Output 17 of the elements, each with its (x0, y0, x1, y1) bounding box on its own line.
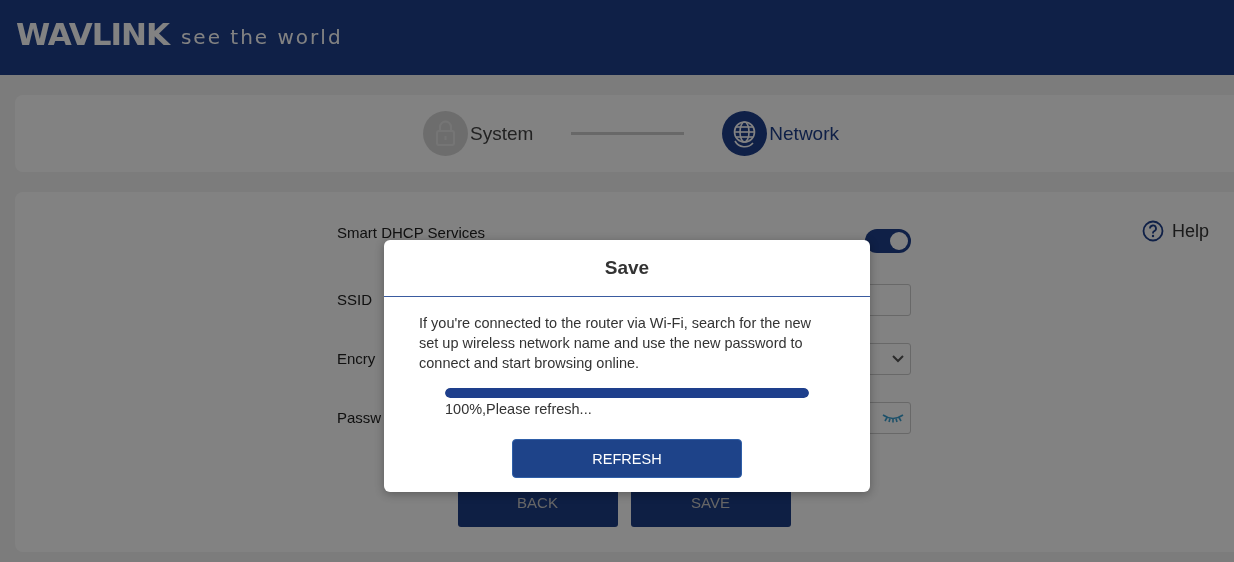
chevron-down-icon (892, 354, 904, 363)
tagline: see the world (180, 24, 343, 49)
help-link[interactable]: Help (1171, 220, 1209, 242)
dialog-message: If you're connected to the router via Wi-Fi, search for the new set up wireless network name and use the new password to connect and start browsing online. (419, 314, 813, 373)
field-label: SSID (337, 291, 372, 308)
field-label: Encry (337, 350, 376, 367)
field-label: Passw (337, 409, 382, 426)
toggle-switch[interactable] (865, 228, 911, 253)
step-tab[interactable]: Network (722, 111, 839, 156)
progress-text: 100%,Please refresh... (445, 400, 592, 419)
step-tab[interactable]: System (422, 111, 534, 156)
field-label: Smart DHCP Services (337, 224, 486, 241)
globe-icon (722, 111, 768, 156)
dialog-title: Save (604, 257, 650, 279)
logo: WAVLINK (16, 15, 169, 52)
help-icon[interactable] (1141, 220, 1164, 242)
refresh-button[interactable]: REFRESH (512, 439, 742, 478)
